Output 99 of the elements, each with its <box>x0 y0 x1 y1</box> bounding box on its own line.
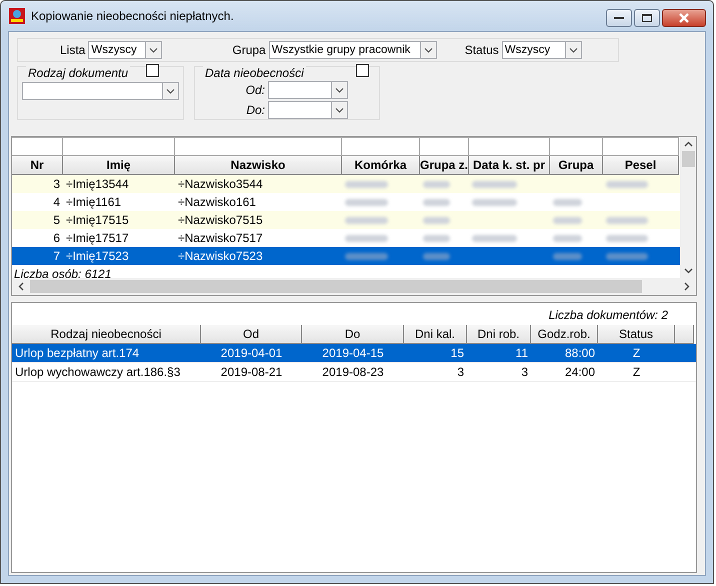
filter-cell[interactable] <box>603 137 679 156</box>
list-dropdown[interactable]: Wszyscy <box>88 41 162 59</box>
maximize-button[interactable] <box>634 9 660 27</box>
table-cell-text: Urlop bezpłatny art.174 <box>14 345 140 362</box>
scrollbar-thumb[interactable] <box>30 280 642 293</box>
table-cell-text: ÷Imię17517 <box>65 230 130 247</box>
table-cell-text: 3 <box>52 176 61 193</box>
field-label: Status <box>464 43 499 57</box>
table-row[interactable]: 4 ÷Imię1161 ÷Nazwisko161 <box>12 193 680 211</box>
table-cell-text: 2019-04-15 <box>321 345 385 362</box>
column-header[interactable]: Od <box>201 325 302 344</box>
filter-cell[interactable] <box>63 137 175 156</box>
maximize-icon <box>642 14 652 22</box>
checkbox[interactable] <box>146 64 159 77</box>
column-header[interactable]: Godz.rob. <box>531 325 598 344</box>
table-cell-text: 2019-08-23 <box>321 364 385 381</box>
filter-cell[interactable] <box>342 137 420 156</box>
close-button[interactable] <box>662 9 706 27</box>
person-count: Liczba osób: 6121 <box>13 266 112 278</box>
status-dropdown[interactable]: Wszyscy <box>502 41 582 59</box>
column-header[interactable]: Grupa <box>550 156 603 175</box>
column-header[interactable]: Data k. st. pr <box>469 156 550 175</box>
table-cell-text: 11 <box>514 345 529 362</box>
table-cell-text: ÷Imię17523 <box>65 248 130 265</box>
table-row[interactable]: 7 ÷Imię17523 ÷Nazwisko7523 <box>12 247 680 265</box>
table-row[interactable]: 5 ÷Imię17515 ÷Nazwisko7515 <box>12 211 680 229</box>
filter-cell[interactable] <box>420 137 469 156</box>
table-cell-text: ÷Imię17515 <box>65 212 130 229</box>
chevron-down-icon <box>424 48 433 52</box>
table-cell-text: ÷Nazwisko3544 <box>177 176 264 193</box>
table-cell-text: ÷Nazwisko161 <box>177 194 257 211</box>
table-cell-text: Z <box>632 345 642 362</box>
app-icon <box>9 8 25 24</box>
table-cell-text: 2019-04-01 <box>220 345 284 362</box>
column-header[interactable]: Nazwisko <box>175 156 342 175</box>
field-label: Grupa <box>232 43 266 57</box>
table-cell-text: 4 <box>52 194 61 211</box>
table-row[interactable]: 3 ÷Imię13544 ÷Nazwisko3544 <box>12 175 680 193</box>
column-header[interactable]: Imię <box>63 156 175 175</box>
table-cell-text: ÷Nazwisko7517 <box>177 230 264 247</box>
minimize-icon <box>614 16 624 20</box>
column-header[interactable]: Status <box>598 325 675 344</box>
column-header[interactable]: Dni rob. <box>467 325 531 344</box>
document-count: Liczba dokumentów: 2 <box>548 307 669 324</box>
column-header[interactable]: Nr <box>12 156 63 175</box>
checkbox[interactable] <box>356 64 369 77</box>
table-row[interactable]: 6 ÷Imię17517 ÷Nazwisko7517 <box>12 229 680 247</box>
table-cell-text: 15 <box>450 345 465 362</box>
table-cell-text: 3 <box>520 364 529 381</box>
chevron-down-icon[interactable] <box>684 268 694 274</box>
column-header[interactable]: Grupa z. <box>420 156 469 175</box>
close-icon <box>678 13 690 23</box>
date-to-dropdown[interactable] <box>268 101 348 119</box>
column-header[interactable]: Dni kal. <box>404 325 467 344</box>
table-cell-text: 2019-08-21 <box>220 364 284 381</box>
column-header[interactable]: Pesel <box>603 156 679 175</box>
filter-cell[interactable] <box>550 137 603 156</box>
table-cell-text: 7 <box>52 248 61 265</box>
chevron-down-icon <box>149 48 158 52</box>
column-header[interactable]: Rodzaj nieobecności <box>12 325 201 344</box>
filter-cell[interactable] <box>469 137 550 156</box>
chevron-down-icon <box>335 108 344 112</box>
group-title: Data nieobecności <box>203 66 306 80</box>
date-from-dropdown[interactable] <box>268 81 348 99</box>
minimize-button[interactable] <box>606 9 632 27</box>
window-title: Kopiowanie nieobecności niepłatnych. <box>31 9 234 23</box>
table-cell-text: ÷Imię13544 <box>65 176 130 193</box>
table-cell-text: Z <box>632 364 642 381</box>
table-cell-text: ÷Nazwisko7523 <box>177 248 264 265</box>
field-label: Od: <box>244 83 265 97</box>
vertical-scrollbar[interactable] <box>681 137 696 278</box>
filter-cell[interactable] <box>12 137 63 156</box>
table-cell-text: Urlop wychowawczy art.186.§3 <box>14 364 182 381</box>
document-type-dropdown[interactable] <box>22 82 179 100</box>
chevron-left-icon[interactable] <box>18 282 24 291</box>
table-cell-text: 88:00 <box>564 345 596 362</box>
scrollbar-thumb[interactable] <box>682 151 696 167</box>
group-dropdown[interactable]: Wszystkie grupy pracownik <box>268 41 437 59</box>
chevron-down-icon <box>568 48 578 52</box>
group-title: Rodzaj dokumentu <box>26 66 130 80</box>
table-cell-text: 6 <box>52 230 61 247</box>
table-cell-text: 3 <box>456 364 465 381</box>
chevron-down-icon <box>166 88 175 94</box>
column-header[interactable]: Do <box>302 325 404 344</box>
table-cell-text: 5 <box>52 212 61 229</box>
chevron-down-icon <box>335 88 344 92</box>
horizontal-scrollbar[interactable] <box>12 278 696 295</box>
table-cell-text: ÷Imię1161 <box>65 194 122 211</box>
table-row[interactable]: Urlop wychowawczy art.186.§3 2019-08-21 2019-08-23 3 3 24:00 Z <box>12 363 696 382</box>
chevron-right-icon[interactable] <box>684 282 690 291</box>
chevron-up-icon[interactable] <box>684 141 694 147</box>
field-label: Do: <box>245 103 265 117</box>
column-header[interactable]: Komórka <box>342 156 420 175</box>
column-header[interactable] <box>675 325 694 344</box>
table-cell-text: ÷Nazwisko7515 <box>177 212 264 229</box>
filter-cell[interactable] <box>175 137 342 156</box>
table-cell-text: 24:00 <box>564 364 596 381</box>
table-row[interactable]: Urlop bezpłatny art.174 2019-04-01 2019-04-15 15 11 88:00 Z <box>12 344 696 363</box>
field-label: Lista <box>60 43 86 57</box>
